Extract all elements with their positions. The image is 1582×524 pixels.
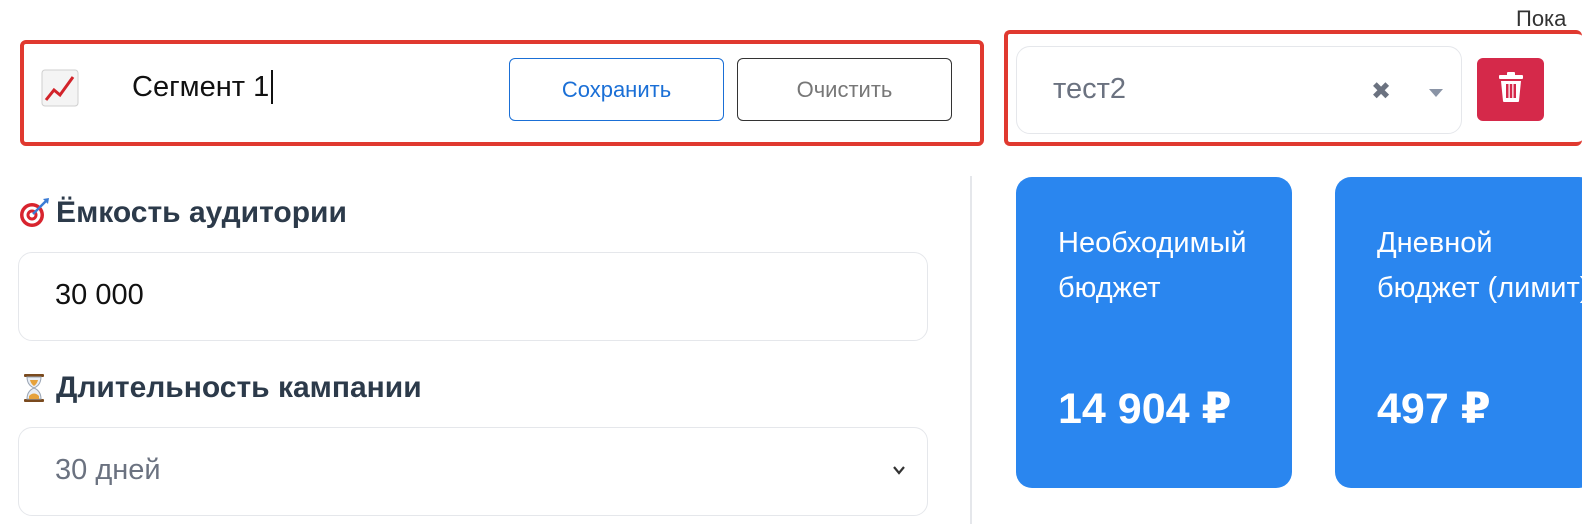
chart-increasing-icon — [40, 68, 80, 108]
audience-label: Ёмкость аудитории — [18, 196, 347, 230]
delete-button[interactable] — [1477, 58, 1544, 121]
required-budget-card: Необходимый бюджет 14 904 ₽ — [1016, 177, 1292, 488]
duration-label-text: Длительность кампании — [56, 371, 422, 404]
segment-name-input[interactable]: Сегмент 1 — [132, 70, 274, 104]
target-icon — [18, 197, 50, 229]
clear-selection-icon[interactable]: ✖ — [1371, 77, 1391, 106]
duration-label: Длительность кампании — [18, 371, 422, 405]
segment-select-value: тест2 — [1053, 73, 1126, 105]
dropdown-arrow-icon[interactable] — [1429, 89, 1443, 97]
hourglass-icon — [18, 372, 50, 404]
duration-select[interactable]: 30 дней — [18, 427, 928, 516]
text-caret — [271, 70, 274, 104]
trash-icon — [1497, 71, 1525, 108]
card-title: Дневной бюджет (лимит) — [1377, 227, 1582, 304]
save-button[interactable]: Сохранить — [509, 58, 724, 121]
card-value: 497 ₽ — [1377, 385, 1491, 433]
card-value: 14 904 ₽ — [1058, 385, 1232, 433]
audience-value: 30 000 — [55, 279, 144, 311]
duration-value: 30 дней — [55, 454, 161, 486]
segment-select[interactable]: тест2 ✖ — [1016, 46, 1462, 134]
header-text: Пока — [1516, 6, 1567, 31]
daily-budget-card: Дневной бюджет (лимит) 497 ₽ — [1335, 177, 1582, 488]
segment-name-value: Сегмент 1 — [132, 70, 270, 103]
card-title: Необходимый бюджет — [1058, 227, 1247, 304]
audience-label-text: Ёмкость аудитории — [56, 196, 347, 229]
clear-button[interactable]: Очистить — [737, 58, 952, 121]
chevron-down-icon — [891, 462, 907, 478]
column-divider — [970, 176, 972, 524]
audience-input[interactable]: 30 000 — [18, 252, 928, 341]
